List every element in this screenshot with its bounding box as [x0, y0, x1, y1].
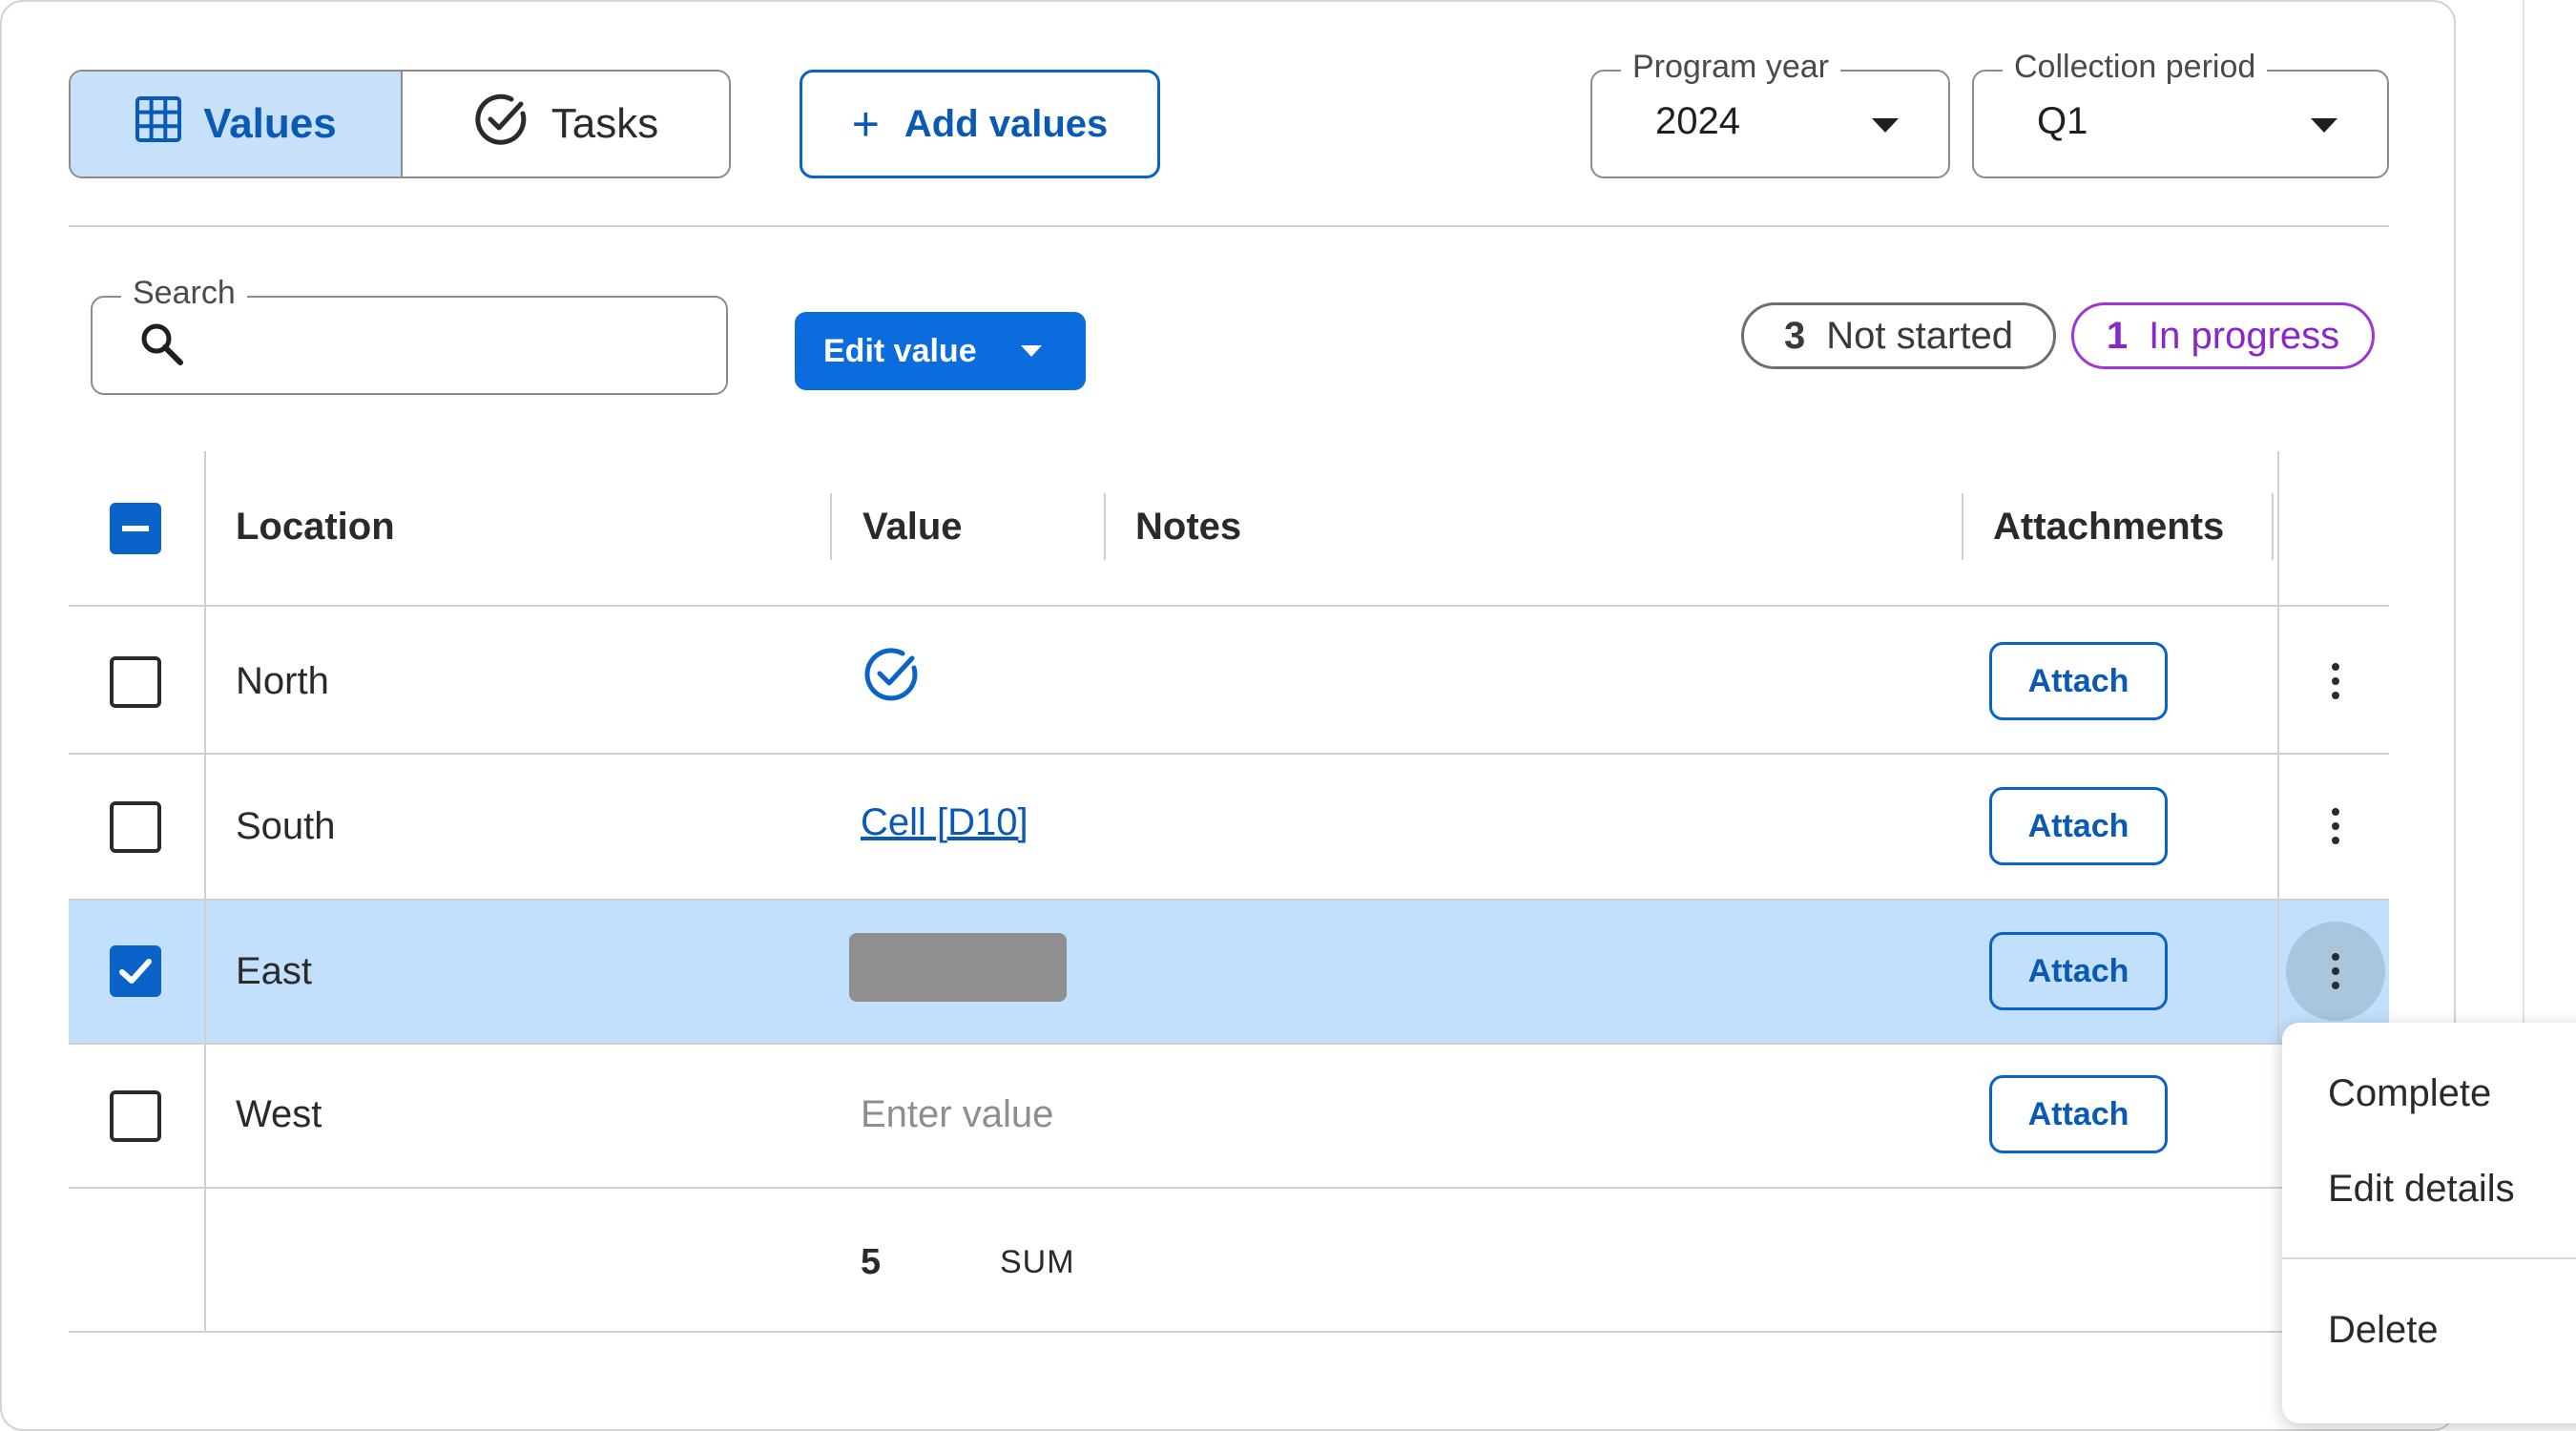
tab-tasks-label: Tasks: [551, 100, 659, 147]
column-divider: [204, 451, 206, 1331]
edit-value-label: Edit value: [823, 332, 977, 369]
row-divider: [69, 1331, 2389, 1333]
caret-down-icon: [2311, 118, 2337, 133]
attach-button[interactable]: Attach: [1989, 1075, 2168, 1153]
plus-icon: +: [851, 97, 880, 151]
location-cell: North: [236, 660, 329, 702]
program-year-value: 2024: [1655, 100, 1740, 142]
grid-icon: [135, 95, 182, 154]
tab-values-label: Values: [203, 100, 337, 147]
row-actions-kebab-icon[interactable]: [2309, 799, 2362, 853]
header-attachments[interactable]: Attachments: [1993, 506, 2224, 549]
location-cell: West: [236, 1093, 322, 1135]
row-actions-kebab-icon[interactable]: [2286, 922, 2385, 1021]
menu-item-complete[interactable]: Complete: [2328, 1072, 2491, 1115]
row-actions-kebab-icon[interactable]: [2309, 654, 2362, 708]
collection-period-value: Q1: [2037, 100, 2088, 142]
status-badge-in-progress[interactable]: 1 In progress: [2071, 302, 2375, 369]
row-divider: [69, 899, 2389, 901]
header-separator: [1104, 493, 1106, 560]
row-checkbox[interactable]: [110, 656, 161, 708]
tab-tasks[interactable]: Tasks: [403, 72, 729, 176]
header-separator: [2272, 493, 2274, 560]
check-circle-icon: [473, 91, 530, 158]
view-toggle: Values Tasks: [69, 70, 731, 178]
column-divider: [2277, 451, 2279, 1043]
attach-button[interactable]: Attach: [1989, 787, 2168, 865]
row-checkbox[interactable]: [110, 801, 161, 853]
value-cell-link[interactable]: Cell [D10]: [861, 801, 1028, 844]
collection-period-select[interactable]: Collection period Q1: [1972, 49, 2389, 178]
menu-item-delete[interactable]: Delete: [2328, 1309, 2439, 1352]
header-separator: [830, 493, 832, 560]
collection-period-label: Collection period: [2003, 49, 2268, 86]
caret-down-icon: [1872, 118, 1899, 133]
edit-value-button[interactable]: Edit value: [795, 312, 1086, 390]
header-value[interactable]: Value: [862, 506, 963, 549]
toolbar-divider: [69, 225, 2389, 227]
menu-divider: [2282, 1257, 2576, 1259]
tab-values[interactable]: Values: [71, 72, 403, 176]
minus-icon: [122, 526, 149, 531]
row-divider: [69, 1187, 2389, 1189]
program-year-select[interactable]: Program year 2024: [1590, 49, 1950, 178]
header-notes[interactable]: Notes: [1135, 506, 1241, 549]
redacted-value: [849, 933, 1067, 1002]
row-context-menu: Complete Edit details Delete: [2282, 1023, 2576, 1423]
checkmark-icon: [110, 945, 161, 1002]
attach-button[interactable]: Attach: [1989, 932, 2168, 1010]
value-input-placeholder[interactable]: Enter value: [861, 1093, 1053, 1136]
status-label: Not started: [1826, 314, 2013, 357]
menu-item-edit-details[interactable]: Edit details: [2328, 1168, 2515, 1211]
row-checkbox-checked[interactable]: [110, 945, 161, 997]
row-divider: [69, 605, 2389, 607]
row-divider: [69, 753, 2389, 755]
search-input[interactable]: [207, 317, 707, 376]
row-checkbox[interactable]: [110, 1090, 161, 1142]
search-field[interactable]: Search: [91, 275, 728, 395]
aggregate-label[interactable]: SUM: [1000, 1244, 1075, 1281]
status-badge-not-started[interactable]: 3 Not started: [1741, 302, 2056, 369]
program-year-label: Program year: [1621, 49, 1840, 86]
status-label: In progress: [2149, 314, 2340, 357]
add-values-button[interactable]: + Add values: [800, 70, 1160, 178]
completed-check-icon: [862, 644, 923, 710]
header-separator: [1962, 493, 1963, 560]
row-divider: [69, 1043, 2389, 1045]
location-cell: South: [236, 805, 336, 847]
select-all-checkbox[interactable]: [110, 503, 161, 554]
status-count: 3: [1784, 314, 1806, 357]
search-label: Search: [121, 275, 247, 312]
status-count: 1: [2106, 314, 2129, 357]
header-location[interactable]: Location: [236, 506, 395, 549]
search-icon: [140, 322, 184, 371]
attach-button[interactable]: Attach: [1989, 642, 2168, 720]
add-values-label: Add values: [904, 102, 1109, 145]
sum-value: 5: [861, 1242, 882, 1282]
caret-down-icon: [1020, 345, 1042, 357]
location-cell: East: [236, 950, 313, 992]
